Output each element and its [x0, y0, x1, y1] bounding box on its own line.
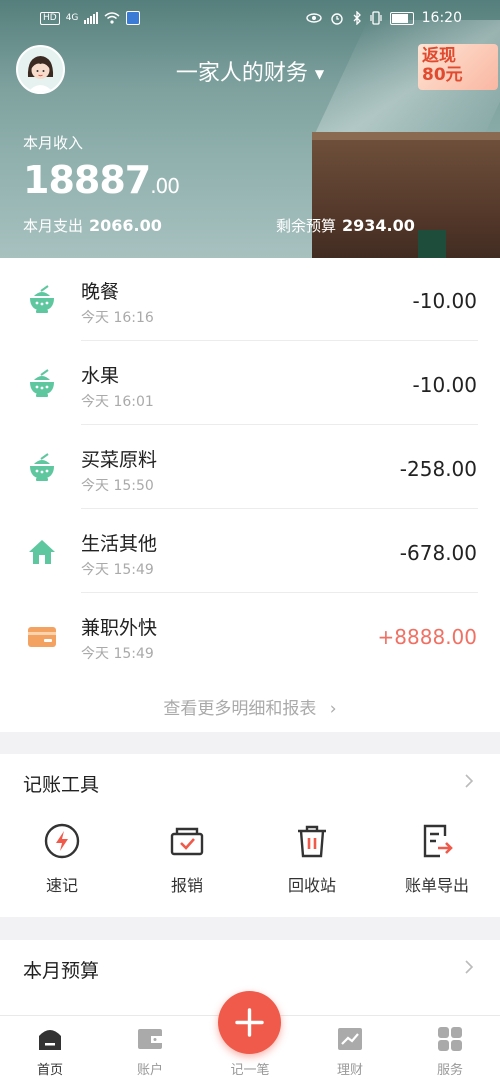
expense-label: 本月支出	[23, 217, 84, 235]
signal-icon	[84, 12, 99, 24]
bookkeeping-tools-section: 记账工具 速记 报销 回收站 账单导出	[0, 754, 500, 917]
export-icon	[423, 824, 453, 858]
promo-line2: 80元	[422, 65, 463, 85]
nav-label: 理财	[336, 1063, 363, 1078]
transaction-row[interactable]: 买菜原料 今天 15:50 -258.00	[0, 426, 500, 509]
income-amount[interactable]: 18887.00	[23, 158, 180, 202]
transaction-amount: +8888.00	[377, 625, 477, 649]
transaction-row[interactable]: 晚餐 今天 16:16 -10.00	[0, 258, 500, 341]
background-desk	[312, 140, 500, 258]
nav-label: 账户	[136, 1063, 163, 1078]
income-integer: 18887	[23, 158, 151, 202]
income-decimal: .00	[150, 174, 180, 198]
tool-label: 速记	[45, 876, 78, 895]
status-bar: HD 4G 16:20	[0, 0, 500, 36]
reimburse-icon	[170, 827, 204, 856]
transaction-time: 今天 15:49	[81, 646, 154, 662]
wifi-icon	[104, 12, 120, 24]
wallet-icon	[28, 627, 56, 647]
transaction-row[interactable]: 生活其他 今天 15:49 -678.00	[0, 510, 500, 593]
tool-quick-note[interactable]: 速记	[12, 822, 112, 896]
transaction-name: 生活其他	[81, 533, 158, 555]
tool-reimburse[interactable]: 报销	[137, 822, 237, 896]
nav-services[interactable]: 服务	[415, 1026, 485, 1078]
budget-label: 剩余预算	[276, 217, 337, 235]
plus-icon	[235, 1008, 264, 1037]
budget-value: 2934.00	[342, 216, 415, 235]
view-more-label: 查看更多明细和报表	[163, 699, 317, 719]
clock-time: 16:20	[421, 10, 462, 26]
expense-summary[interactable]: 本月支出 2066.00	[23, 215, 162, 236]
network-label: 4G	[65, 13, 79, 23]
budget-summary[interactable]: 剩余预算 2934.00	[276, 215, 415, 236]
tools-title: 记账工具	[23, 774, 100, 796]
transaction-row[interactable]: 兼职外快 今天 15:49 +8888.00	[0, 594, 500, 677]
nav-accounts[interactable]: 账户	[115, 1026, 185, 1078]
transaction-name: 买菜原料	[81, 449, 158, 471]
trash-icon	[298, 825, 326, 858]
battery-icon	[389, 11, 414, 25]
grid-icon	[438, 1027, 462, 1051]
tool-label: 账单导出	[404, 876, 469, 895]
expense-value: 2066.00	[89, 216, 162, 235]
cashback-promo-banner[interactable]: 返现 80元	[418, 44, 498, 90]
transaction-name: 水果	[81, 365, 120, 387]
divider	[81, 592, 478, 593]
add-record-label: 记一笔	[230, 1063, 270, 1078]
divider	[81, 340, 478, 341]
transaction-time: 今天 16:01	[81, 394, 154, 410]
promo-line1: 返现	[422, 46, 456, 66]
chevron-right-icon: ›	[329, 699, 337, 719]
transaction-amount: -10.00	[412, 373, 477, 397]
transaction-time: 今天 15:49	[81, 562, 154, 578]
tool-label: 回收站	[287, 876, 336, 895]
bowl-icon	[30, 285, 54, 313]
alarm-icon	[330, 13, 343, 25]
vibrate-icon	[370, 11, 382, 25]
hd-badge: HD	[40, 11, 60, 25]
transaction-amount: -10.00	[412, 289, 477, 313]
chevron-down-icon: ▼	[314, 67, 325, 81]
eye-icon	[305, 13, 322, 23]
transaction-amount: -258.00	[399, 457, 477, 481]
background-desk-leg	[418, 230, 446, 258]
chevron-right-icon[interactable]	[460, 772, 478, 790]
nav-label: 首页	[36, 1063, 63, 1078]
chart-icon	[338, 1028, 362, 1050]
transaction-name: 晚餐	[81, 281, 120, 303]
divider	[81, 424, 478, 425]
divider	[81, 508, 478, 509]
page-title: 一家人的财务	[175, 61, 308, 86]
transaction-amount: -678.00	[399, 541, 477, 565]
lightning-icon	[44, 823, 80, 859]
tool-bill-export[interactable]: 账单导出	[387, 822, 487, 896]
chevron-right-icon	[465, 960, 474, 974]
view-more-link[interactable]: 查看更多明细和报表 ›	[0, 694, 500, 719]
transaction-row[interactable]: 水果 今天 16:01 -10.00	[0, 342, 500, 425]
nav-finance[interactable]: 理财	[315, 1026, 385, 1078]
home-icon	[39, 1030, 61, 1050]
nav-home[interactable]: 首页	[15, 1026, 85, 1078]
bluetooth-icon	[353, 11, 361, 25]
tool-recycle-bin[interactable]: 回收站	[262, 822, 362, 896]
app-notification-icon	[126, 11, 141, 25]
nav-label: 服务	[436, 1063, 463, 1078]
tool-label: 报销	[170, 876, 203, 895]
transaction-list: 晚餐 今天 16:16 -10.00 水果 今天 16:01 -10.00 买菜…	[0, 258, 500, 732]
wallet-icon	[138, 1029, 162, 1049]
transaction-name: 兼职外快	[81, 617, 158, 639]
transaction-time: 今天 16:16	[81, 310, 154, 326]
income-label: 本月收入	[23, 134, 84, 152]
budget-section-title: 本月预算	[23, 960, 100, 982]
bowl-icon	[30, 453, 54, 481]
house-icon	[29, 540, 55, 564]
transaction-time: 今天 15:50	[81, 478, 154, 494]
header-banner: HD 4G 16:20 一家人的财务 ▼ 返现 80元 本月收入 18887.0…	[0, 0, 500, 258]
add-record-button[interactable]	[218, 991, 281, 1054]
bowl-icon	[30, 369, 54, 397]
